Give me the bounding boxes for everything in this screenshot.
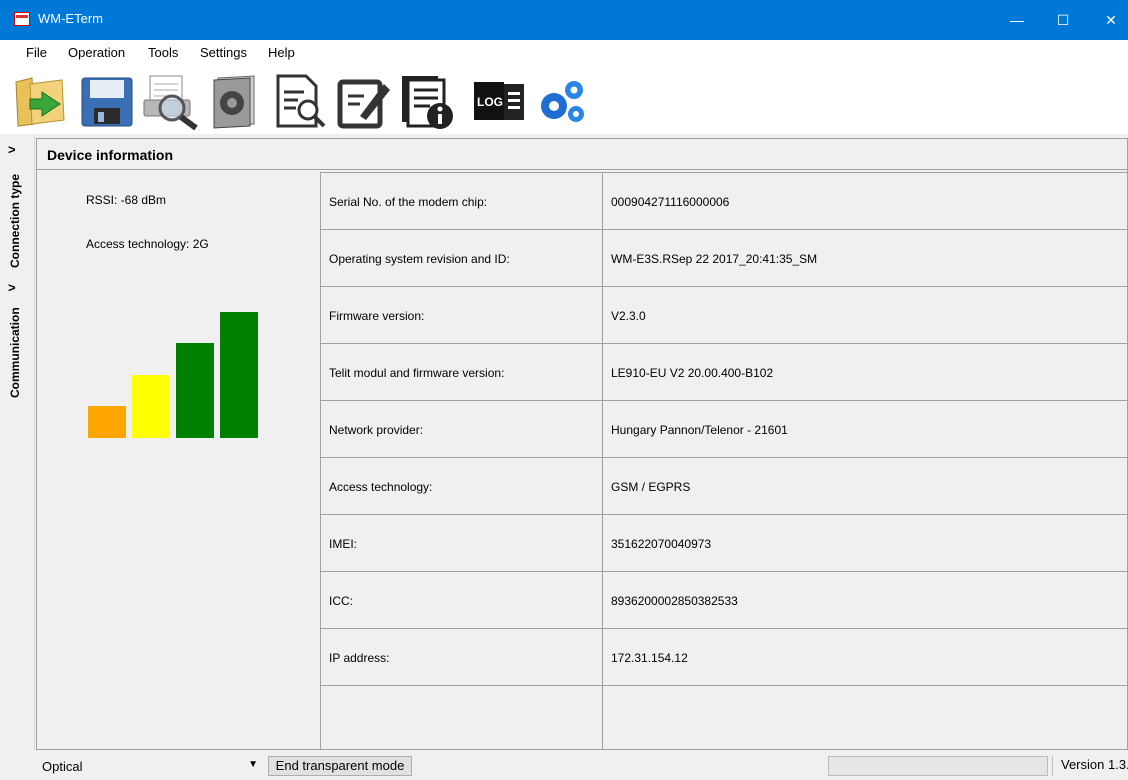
chevron-right-icon: >: [8, 280, 16, 295]
window-title: WM-ETerm: [38, 11, 103, 26]
row-label: IMEI:: [329, 537, 358, 551]
document-search-icon[interactable]: [268, 70, 330, 132]
menu-tools[interactable]: Tools: [148, 45, 178, 60]
row-value: WM-E3S.RSep 22 2017_20:41:35_SM: [611, 252, 818, 266]
menu-operation[interactable]: Operation: [68, 45, 125, 60]
panel-header: Device information: [37, 139, 1127, 170]
table-row: Firmware version: V2.3.0: [321, 287, 1128, 344]
row-value: 351622070040973: [611, 537, 712, 551]
menu-settings[interactable]: Settings: [200, 45, 247, 60]
row-label: Serial No. of the modem chip:: [329, 195, 488, 209]
row-label: Firmware version:: [329, 309, 425, 323]
row-label: ICC:: [329, 594, 353, 608]
edit-document-icon[interactable]: [332, 70, 394, 132]
row-value: 172.31.154.12: [611, 651, 688, 665]
end-transparent-mode-button[interactable]: End transparent mode: [268, 756, 412, 776]
signal-bar-1: [88, 406, 126, 438]
panel-title: Device information: [47, 147, 174, 163]
table-row: ICC: 8936200002850382533: [321, 572, 1128, 629]
table-row: IMEI: 351622070040973: [321, 515, 1128, 572]
tab-connection-type-label: Connection type: [8, 173, 22, 268]
row-value: Hungary Pannon/Telenor - 21601: [611, 423, 788, 437]
rssi-label: RSSI: -68 dBm: [86, 193, 167, 207]
table-row: Access technology: GSM / EGPRS: [321, 458, 1128, 515]
tab-connection-type[interactable]: > Connection type: [0, 140, 34, 274]
table-row: Telit modul and firmware version: LE910-…: [321, 344, 1128, 401]
chevron-down-icon[interactable]: ▼: [248, 759, 258, 770]
table-row: [321, 686, 1128, 750]
signal-strength-indicator: [88, 312, 260, 438]
menu-help[interactable]: Help: [268, 45, 295, 60]
scan-search-icon[interactable]: [140, 70, 202, 132]
row-value: 8936200002850382533: [611, 594, 738, 608]
table-row: IP address: 172.31.154.12: [321, 629, 1128, 686]
settings-book-icon[interactable]: [204, 70, 266, 132]
connection-select[interactable]: Optical ▼: [38, 756, 260, 776]
close-button[interactable]: ✕: [1088, 0, 1128, 40]
connection-select-value: Optical: [42, 759, 83, 774]
version-label: Version 1.3.9: [1052, 756, 1128, 776]
gears-icon[interactable]: [534, 70, 596, 132]
minimize-button[interactable]: —: [994, 0, 1040, 40]
row-value: 000904271116000006: [611, 195, 730, 209]
row-value: LE910-EU V2 20.00.400-B102: [611, 366, 774, 380]
menu-bar: File Operation Tools Settings Help: [0, 40, 1128, 64]
open-folder-icon[interactable]: [12, 70, 74, 132]
row-label: Access technology:: [329, 480, 433, 494]
log-icon[interactable]: LOG: [470, 70, 532, 132]
device-info-table: Serial No. of the modem chip: 0009042711…: [320, 172, 1128, 751]
row-label: Telit modul and firmware version:: [329, 366, 505, 380]
table-row: Serial No. of the modem chip: 0009042711…: [321, 173, 1128, 230]
signal-bar-3: [176, 343, 214, 438]
access-technology-label: Access technology: 2G: [86, 237, 209, 251]
save-icon[interactable]: [76, 70, 138, 132]
title-bar: WM-ETerm — ☐ ✕: [0, 0, 1128, 40]
chevron-right-icon: >: [8, 142, 16, 157]
signal-bar-4: [220, 312, 258, 438]
row-label: IP address:: [329, 651, 390, 665]
document-info-icon[interactable]: [396, 70, 458, 132]
row-value: V2.3.0: [611, 309, 646, 323]
table-row: Network provider: Hungary Pannon/Telenor…: [321, 401, 1128, 458]
side-tab-strip: > Connection type > Communication: [0, 134, 35, 780]
menu-file[interactable]: File: [26, 45, 47, 60]
row-label: Network provider:: [329, 423, 424, 437]
row-value: GSM / EGPRS: [611, 480, 691, 494]
progress-bar: [828, 756, 1048, 776]
log-label: LOG: [477, 95, 503, 109]
signal-bar-2: [132, 375, 170, 438]
table-row: Operating system revision and ID: WM-E3S…: [321, 230, 1128, 287]
toolbar: LOG: [0, 64, 1128, 134]
tab-communication[interactable]: > Communication: [0, 278, 34, 406]
app-logo-icon: [14, 12, 30, 26]
status-bar: Optical ▼ End transparent mode Version 1…: [0, 750, 1128, 780]
maximize-button[interactable]: ☐: [1040, 0, 1086, 40]
tab-communication-label: Communication: [8, 307, 22, 398]
row-label: Operating system revision and ID:: [329, 252, 510, 266]
